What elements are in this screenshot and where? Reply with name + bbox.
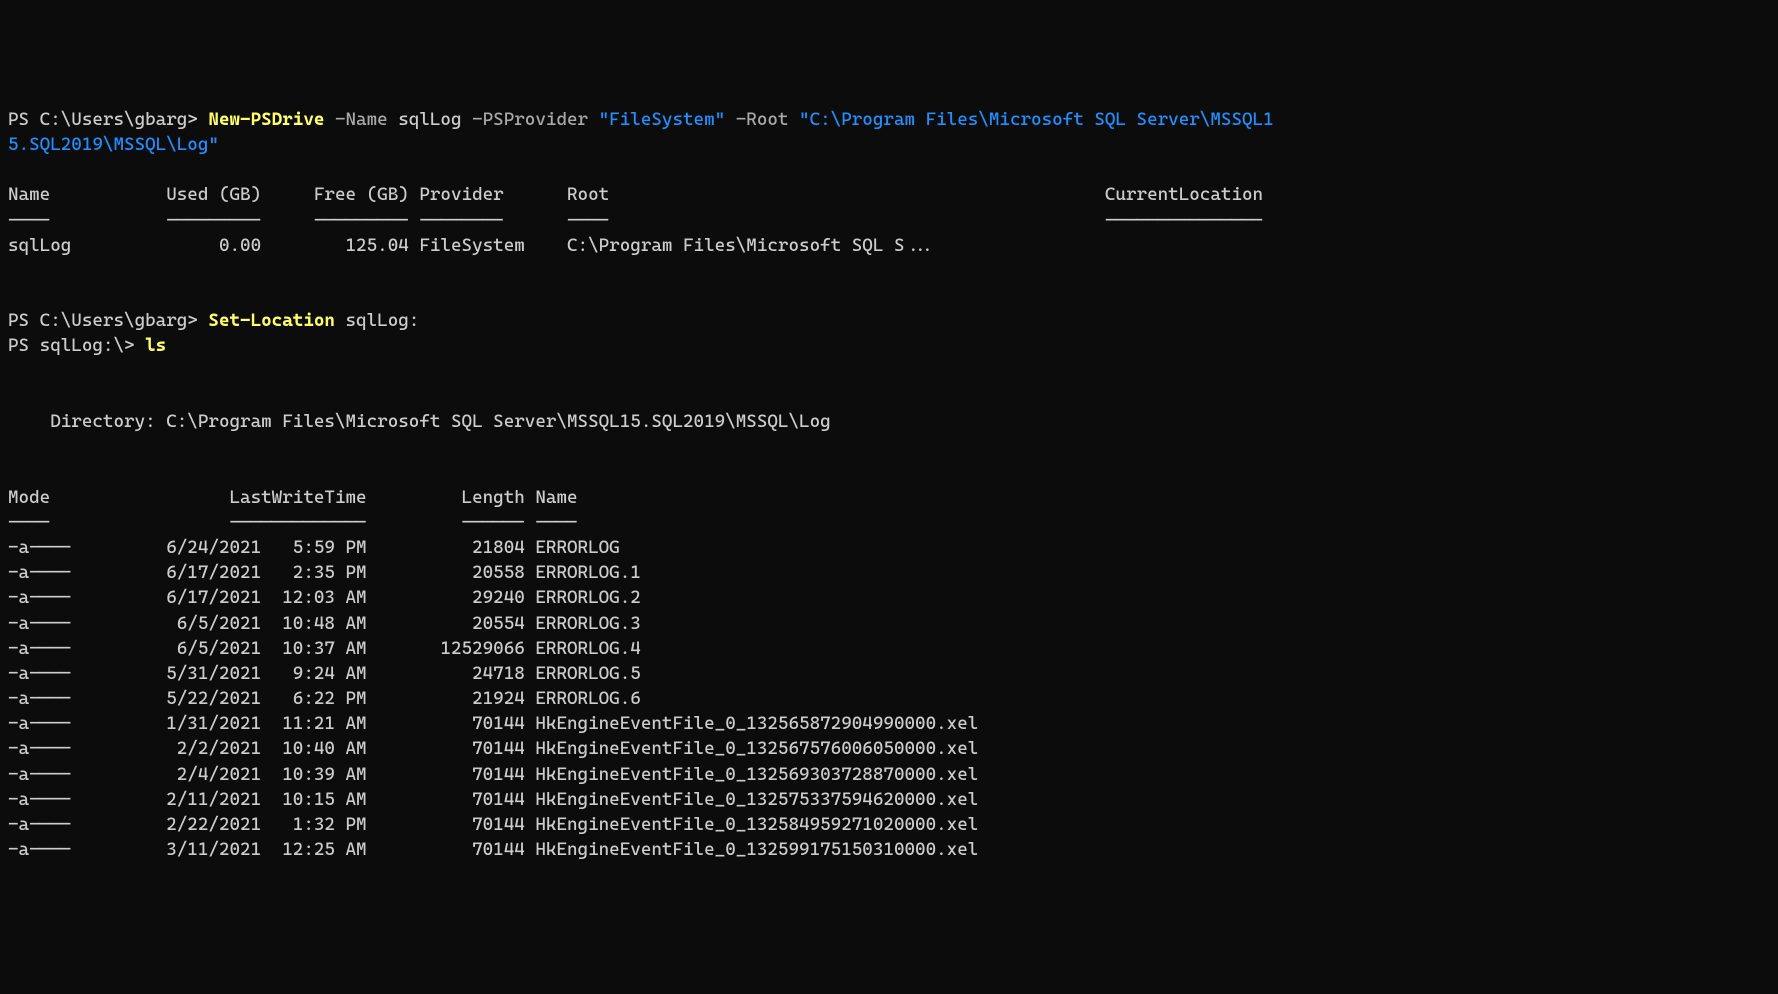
command-line-3: PS sqlLog:\> ls: [8, 335, 166, 356]
arg-setlocation: sqlLog:: [335, 310, 419, 331]
drive-table-dashes: ---- --------- --------- -------- ---- -…: [8, 210, 1263, 231]
directory-header: Directory: C:\Program Files\Microsoft SQ…: [8, 411, 831, 432]
prompt-arrow: >: [124, 335, 145, 356]
command-line-2: PS C:\Users\gbarg> Set-Location sqlLog:: [8, 310, 419, 331]
value-psprovider: "FileSystem": [599, 109, 726, 130]
prompt-arrow: >: [187, 310, 208, 331]
drive-table-header: Name Used (GB) Free (GB) Provider Root C…: [8, 184, 1263, 205]
value-root-part2: 5.SQL2019\MSSQL\Log": [8, 134, 219, 155]
terminal-output[interactable]: PS C:\Users\gbarg> New-PSDrive -Name sql…: [8, 107, 1770, 863]
prompt-prefix: PS: [8, 109, 40, 130]
param-psprovider: -PSProvider: [462, 109, 599, 130]
ls-table-header: Mode LastWriteTime Length Name: [8, 487, 578, 508]
command-line-1: PS C:\Users\gbarg> New-PSDrive -Name sql…: [8, 109, 1274, 130]
prompt-prefix: PS: [8, 335, 40, 356]
value-name: sqlLog: [398, 109, 461, 130]
drive-table-row: sqlLog 0.00 125.04 FileSystem C:\Program…: [8, 235, 936, 256]
prompt-arrow: >: [187, 109, 208, 130]
prompt-path: sqlLog:\: [40, 335, 124, 356]
cmdlet-setlocation: Set-Location: [208, 310, 335, 331]
prompt-path: C:\Users\gbarg: [40, 109, 188, 130]
ls-table-body: -a---- 6/24/2021 5:59 PM 21804 ERRORLOG …: [8, 537, 978, 860]
cmdlet-ls: ls: [145, 335, 166, 356]
prompt-prefix: PS: [8, 310, 40, 331]
prompt-path: C:\Users\gbarg: [40, 310, 188, 331]
cmdlet-newpsdrive: New-PSDrive: [208, 109, 324, 130]
value-root-part1: "C:\Program Files\Microsoft SQL Server\M…: [799, 109, 1274, 130]
ls-table-dashes: ---- ------------- ------ ----: [8, 512, 578, 533]
param-root: -Root: [725, 109, 799, 130]
param-name: -Name: [324, 109, 398, 130]
